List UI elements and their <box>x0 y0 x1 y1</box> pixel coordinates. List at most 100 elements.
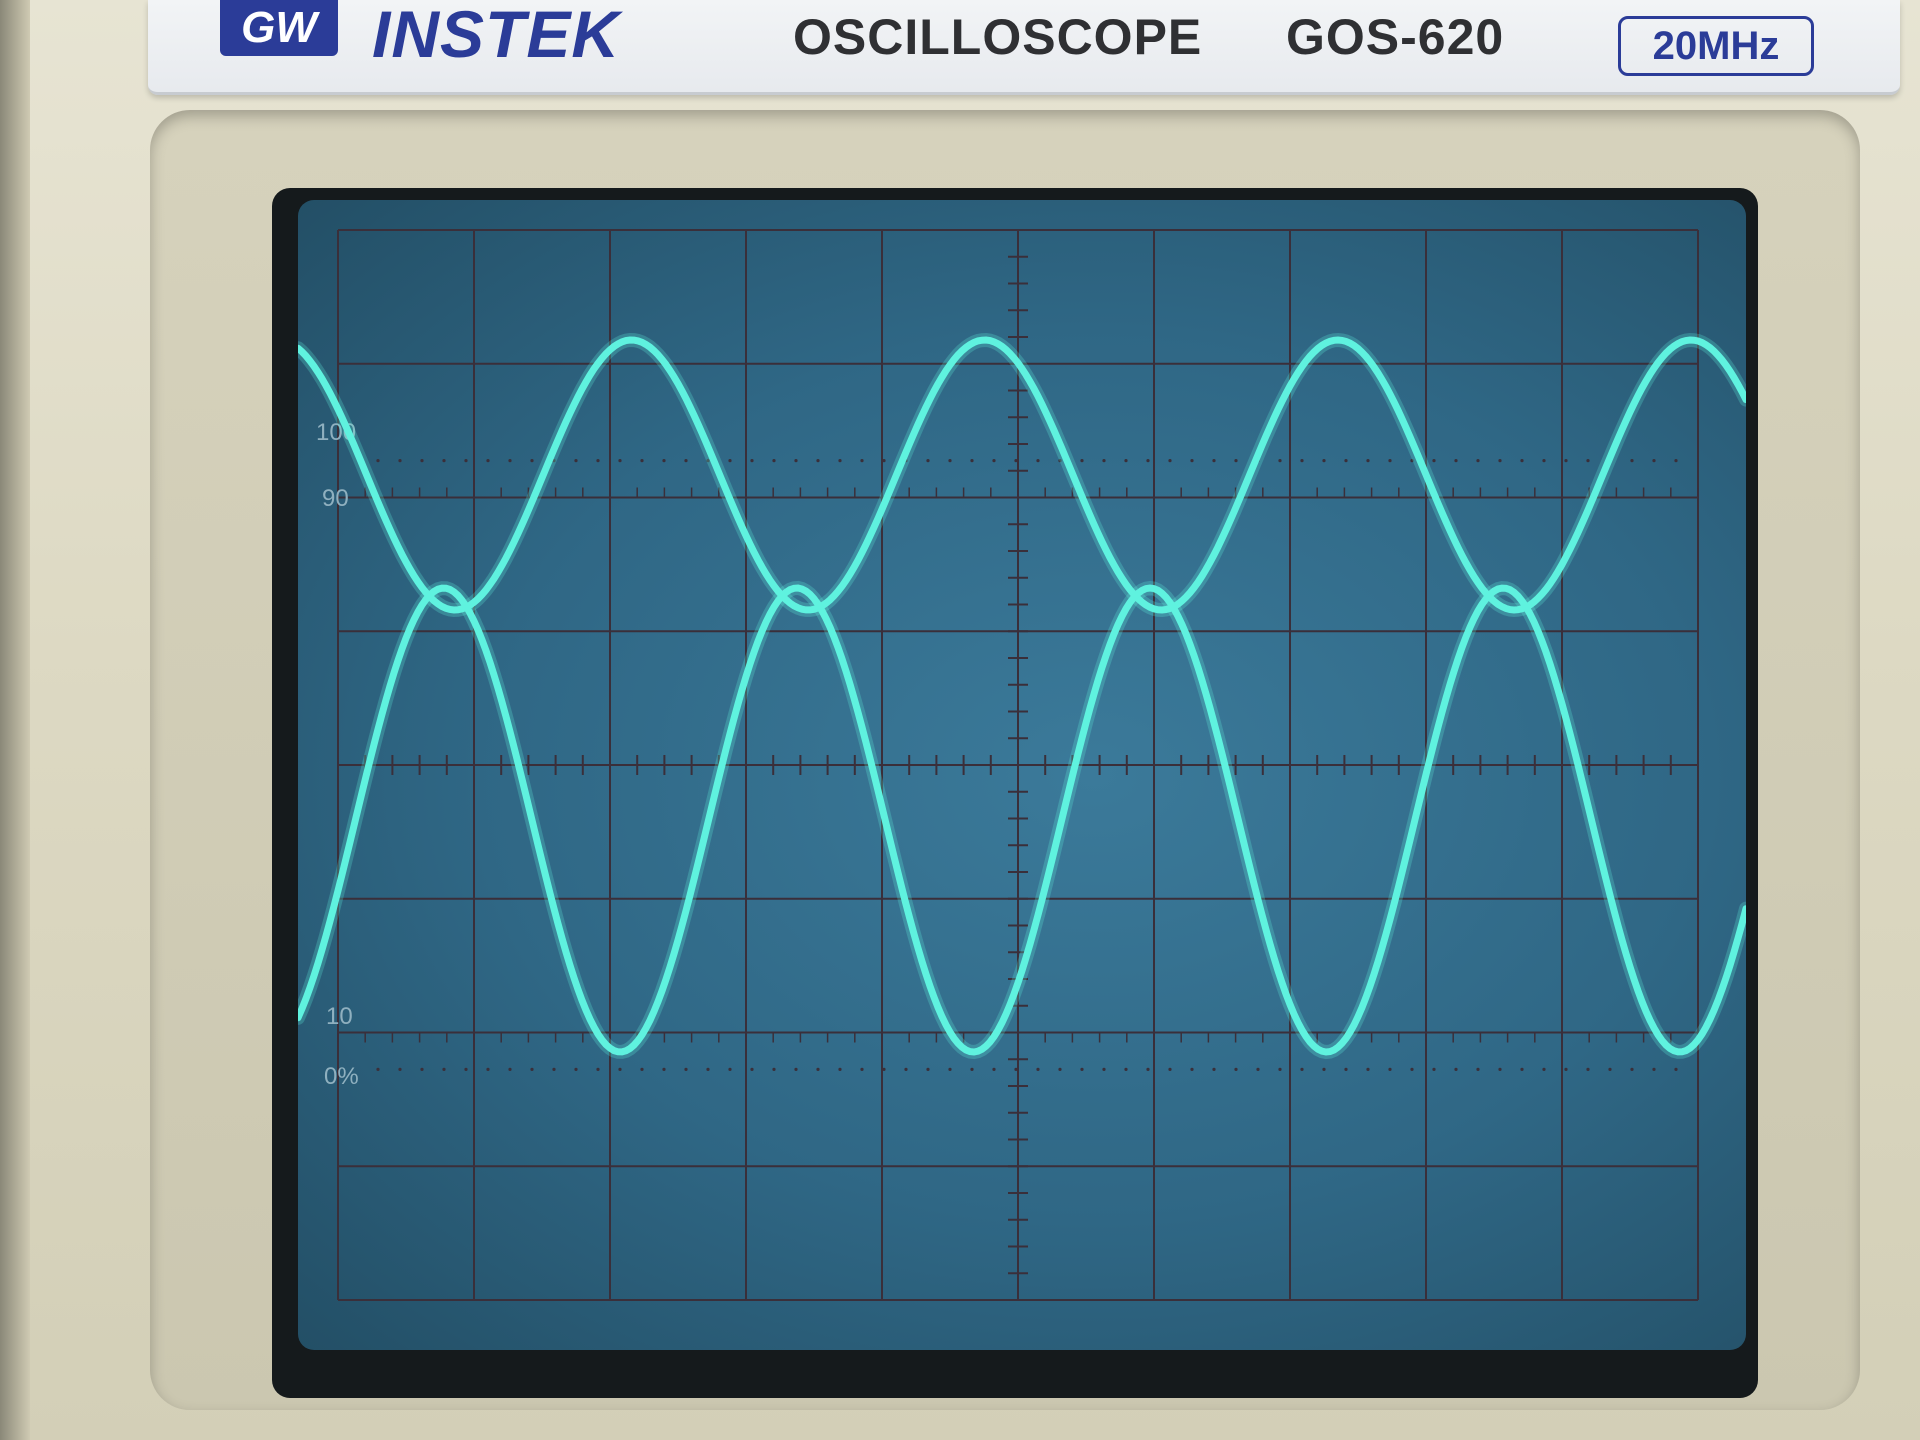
dotted-reference-point <box>1124 459 1128 463</box>
dotted-reference-point <box>1476 1067 1480 1071</box>
dotted-reference-point <box>838 1067 842 1071</box>
dotted-reference-point <box>640 1067 644 1071</box>
dotted-reference-point <box>398 459 402 463</box>
dotted-reference-point <box>1300 459 1304 463</box>
dotted-reference-point <box>1256 1067 1260 1071</box>
dotted-reference-point <box>640 459 644 463</box>
dotted-reference-point <box>926 1067 930 1071</box>
graticule-label-0-percent: 0% <box>324 1063 359 1090</box>
dotted-reference-point <box>1322 459 1326 463</box>
graticule-label-10: 10 <box>326 1003 353 1030</box>
dotted-reference-point <box>1300 1067 1304 1071</box>
dotted-reference-point <box>1190 459 1194 463</box>
dotted-reference-point <box>1432 459 1436 463</box>
dotted-reference-point <box>684 459 688 463</box>
dotted-reference-point <box>1388 459 1392 463</box>
dotted-reference-point <box>1498 459 1502 463</box>
dotted-reference-point <box>442 1067 446 1071</box>
dotted-reference-point <box>882 1067 886 1071</box>
device-type-label: OSCILLOSCOPE <box>793 9 1203 65</box>
dotted-reference-point <box>948 459 952 463</box>
dotted-reference-point <box>574 459 578 463</box>
dotted-reference-point <box>486 1067 490 1071</box>
bezel-left-edge <box>0 0 30 1440</box>
dotted-reference-point <box>1322 1067 1326 1071</box>
dotted-reference-point <box>662 1067 666 1071</box>
dotted-reference-point <box>420 459 424 463</box>
dotted-reference-point <box>1278 459 1282 463</box>
dotted-reference-point <box>530 1067 534 1071</box>
dotted-reference-point <box>596 459 600 463</box>
dotted-reference-point <box>618 1067 622 1071</box>
dotted-reference-point <box>398 1067 402 1071</box>
dotted-reference-point <box>1630 1067 1634 1071</box>
dotted-reference-point <box>486 459 490 463</box>
dotted-reference-point <box>1080 1067 1084 1071</box>
dotted-reference-point <box>794 1067 798 1071</box>
dotted-reference-point <box>684 1067 688 1071</box>
dotted-reference-point <box>1234 459 1238 463</box>
crt-screen: 100 90 10 0% <box>298 200 1746 1350</box>
dotted-reference-point <box>1168 459 1172 463</box>
dotted-reference-point <box>882 459 886 463</box>
dotted-reference-point <box>1564 1067 1568 1071</box>
dotted-reference-point <box>816 1067 820 1071</box>
dotted-reference-point <box>1520 1067 1524 1071</box>
dotted-reference-point <box>1014 459 1018 463</box>
dotted-reference-point <box>706 1067 710 1071</box>
dotted-reference-point <box>970 459 974 463</box>
dotted-reference-point <box>1674 1067 1678 1071</box>
dotted-reference-point <box>1410 1067 1414 1071</box>
dotted-reference-point <box>1168 1067 1172 1071</box>
dotted-reference-point <box>530 459 534 463</box>
brand-name: INSTEK <box>372 0 621 71</box>
dotted-reference-point <box>1146 459 1150 463</box>
dotted-reference-point <box>1564 459 1568 463</box>
dotted-reference-point <box>1212 459 1216 463</box>
model-number-label: GOS-620 <box>1286 9 1505 65</box>
dotted-reference-point <box>596 1067 600 1071</box>
dotted-reference-point <box>1366 459 1370 463</box>
dotted-reference-point <box>750 1067 754 1071</box>
dotted-reference-point <box>552 1067 556 1071</box>
dotted-reference-point <box>1498 1067 1502 1071</box>
dotted-reference-point <box>1344 459 1348 463</box>
dotted-reference-point <box>1344 1067 1348 1071</box>
dotted-reference-point <box>1212 1067 1216 1071</box>
dotted-reference-point <box>1454 1067 1458 1071</box>
dotted-reference-point <box>1366 1067 1370 1071</box>
dotted-reference-point <box>1520 459 1524 463</box>
dotted-reference-point <box>772 459 776 463</box>
dotted-reference-point <box>1102 459 1106 463</box>
dotted-reference-point <box>860 459 864 463</box>
dotted-reference-point <box>1146 1067 1150 1071</box>
dotted-reference-point <box>618 459 622 463</box>
channel-1-sine-trace-glow <box>298 332 1746 618</box>
dotted-reference-point <box>442 459 446 463</box>
dotted-reference-point <box>772 1067 776 1071</box>
dotted-reference-point <box>970 1067 974 1071</box>
dotted-reference-point <box>464 1067 468 1071</box>
dotted-reference-point <box>1586 459 1590 463</box>
dotted-reference-point <box>992 459 996 463</box>
dotted-reference-point <box>1388 1067 1392 1071</box>
dotted-reference-point <box>1586 1067 1590 1071</box>
dotted-reference-point <box>1058 1067 1062 1071</box>
dotted-reference-point <box>508 459 512 463</box>
dotted-reference-point <box>1454 459 1458 463</box>
dotted-reference-point <box>1630 459 1634 463</box>
dotted-reference-point <box>992 1067 996 1071</box>
dotted-reference-point <box>662 459 666 463</box>
dotted-reference-point <box>860 1067 864 1071</box>
dotted-reference-point <box>816 459 820 463</box>
waveform-traces <box>298 332 1746 1060</box>
dotted-reference-point <box>1036 1067 1040 1071</box>
dotted-reference-point <box>1190 1067 1194 1071</box>
dotted-reference-point <box>420 1067 424 1071</box>
dotted-reference-point <box>1102 1067 1106 1071</box>
dotted-reference-point <box>376 459 380 463</box>
dotted-reference-point <box>574 1067 578 1071</box>
dotted-reference-point <box>904 1067 908 1071</box>
dotted-reference-point <box>1608 1067 1612 1071</box>
graticule-display: 100 90 10 0% <box>298 229 1746 1301</box>
